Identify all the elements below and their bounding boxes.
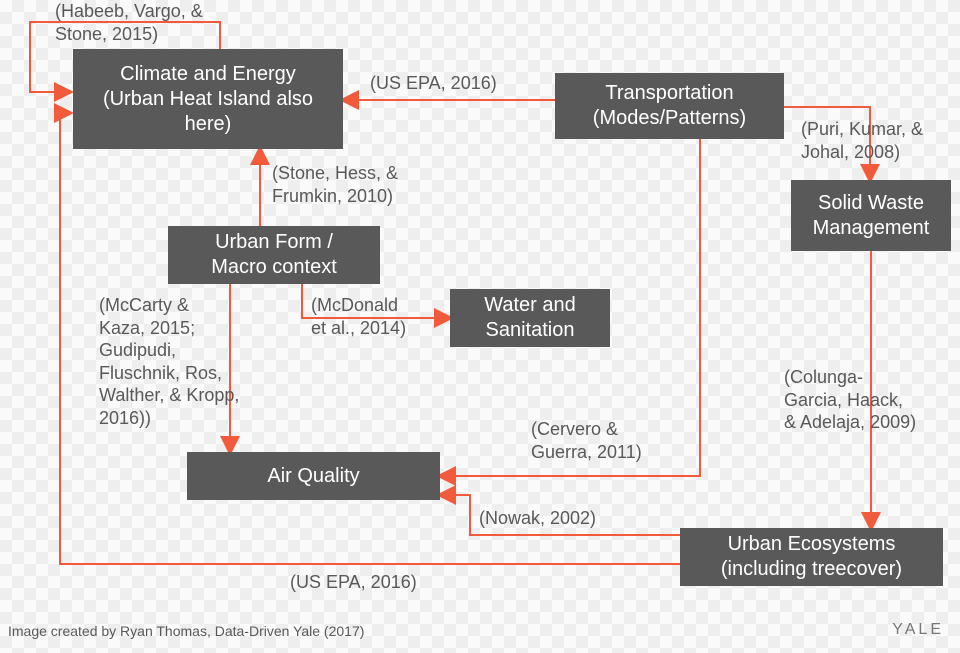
label-usepa-2: (US EPA, 2016): [290, 571, 417, 594]
node-water-sanitation: Water and Sanitation: [450, 289, 610, 347]
label-habeeb: (Habeeb, Vargo, & Stone, 2015): [55, 0, 203, 45]
node-air-quality: Air Quality: [187, 452, 440, 500]
label-mccarty: (McCarty & Kaza, 2015; Gudipudi, Fluschn…: [99, 294, 239, 429]
label-stone: (Stone, Hess, & Frumkin, 2010): [272, 162, 398, 207]
label-cervero: (Cervero & Guerra, 2011): [531, 418, 642, 463]
node-urban-ecosystems: Urban Ecosystems (including treecover): [680, 528, 943, 586]
node-solid-waste: Solid Waste Management: [791, 180, 951, 251]
image-credit: Image created by Ryan Thomas, Data-Drive…: [8, 623, 364, 639]
label-colunga: (Colunga- Garcia, Haack, & Adelaja, 2009…: [784, 366, 916, 434]
node-climate-energy: Climate and Energy (Urban Heat Island al…: [73, 49, 343, 149]
node-transportation: Transportation (Modes/Patterns): [555, 73, 784, 139]
label-puri: (Puri, Kumar, & Johal, 2008): [801, 118, 923, 163]
yale-logo: YALE: [892, 621, 944, 639]
label-nowak: (Nowak, 2002): [479, 507, 596, 530]
label-mcdonald: (McDonald et al., 2014): [311, 294, 406, 339]
label-usepa-1: (US EPA, 2016): [370, 72, 497, 95]
node-urban-form: Urban Form / Macro context: [168, 226, 380, 284]
